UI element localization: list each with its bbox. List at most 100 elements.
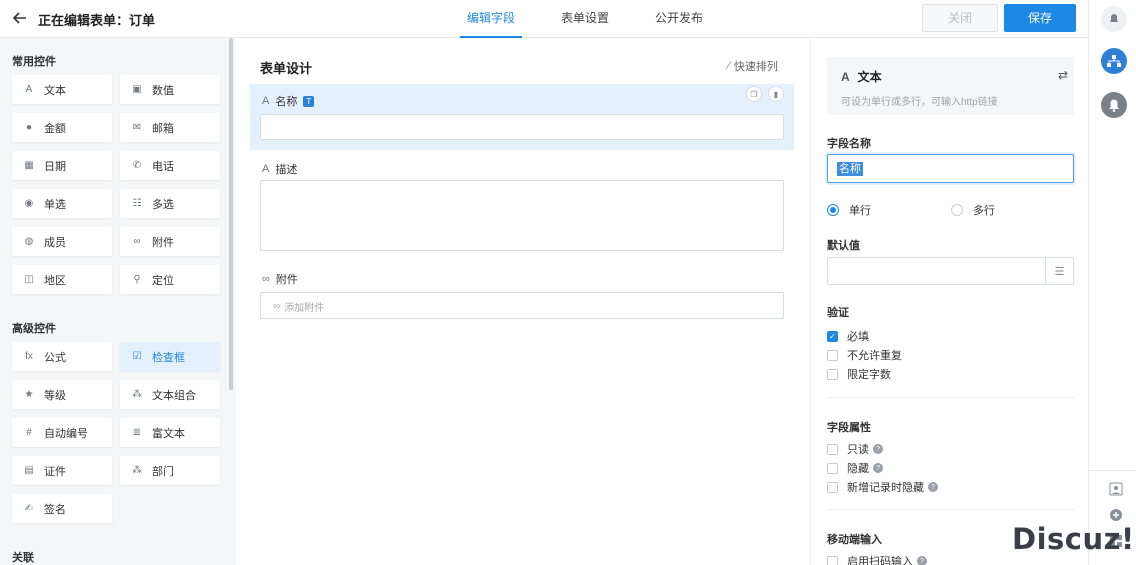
field-attachment[interactable]: ∞ 附件 ∞ 添加附件 bbox=[250, 267, 794, 323]
hash-icon: # bbox=[26, 427, 32, 438]
contact-icon[interactable] bbox=[1109, 482, 1123, 496]
field-name-input[interactable]: 名称 bbox=[827, 154, 1074, 183]
check-readonly[interactable]: 只读 ? bbox=[827, 441, 883, 457]
rich-text-icon: ≣ bbox=[132, 427, 142, 438]
help-icon[interactable]: ? bbox=[928, 482, 938, 492]
check-label: 新增记录时隐藏 bbox=[847, 482, 924, 494]
palette-scrollbar[interactable] bbox=[229, 38, 233, 390]
help-icon[interactable]: ? bbox=[917, 556, 927, 565]
control-phone[interactable]: ✆ 电话 bbox=[120, 151, 220, 180]
control-map[interactable]: ◫ 地区 bbox=[12, 265, 112, 294]
control-money[interactable]: ● 金额 bbox=[12, 113, 112, 142]
check-required[interactable]: ✓ 必填 bbox=[827, 328, 869, 344]
control-member[interactable]: ◍ 成员 bbox=[12, 227, 112, 256]
tab-publish[interactable]: 公开发布 bbox=[648, 0, 710, 38]
paperclip-icon: ∞ bbox=[262, 273, 270, 285]
bell-icon[interactable] bbox=[1101, 6, 1127, 32]
checklist-icon: ☷ bbox=[132, 198, 142, 209]
swap-icon[interactable]: ⇄ bbox=[1058, 68, 1068, 82]
control-text-a[interactable]: A 文本 bbox=[12, 75, 112, 104]
tab-edit-fields[interactable]: 编辑字段 bbox=[460, 0, 523, 38]
org-chart-icon[interactable] bbox=[1101, 48, 1127, 74]
add-circle-icon[interactable] bbox=[1109, 508, 1123, 522]
field-label: ∞ 附件 bbox=[262, 271, 298, 287]
control-label: 公式 bbox=[44, 351, 66, 364]
attributes-label: 字段属性 bbox=[827, 422, 871, 434]
control-checkbox[interactable]: ☑ 检查框 bbox=[120, 342, 220, 371]
check-no-duplicate[interactable]: 不允许重复 bbox=[827, 347, 902, 363]
insert-field-icon[interactable]: ☰ bbox=[1045, 258, 1073, 284]
radio-dot bbox=[827, 204, 839, 216]
help-icon[interactable]: ? bbox=[873, 463, 883, 473]
canvas-title: 表单设计 bbox=[260, 61, 313, 76]
control-location-pin[interactable]: ⚲ 定位 bbox=[120, 265, 220, 294]
radio-label: 单行 bbox=[849, 205, 871, 217]
name-field-input[interactable] bbox=[260, 114, 784, 140]
group-title-common: 常用控件 bbox=[12, 56, 56, 68]
check-label: 只读 bbox=[847, 444, 869, 456]
back-arrow-icon[interactable] bbox=[12, 10, 28, 26]
validation-label: 验证 bbox=[827, 307, 849, 319]
control-number[interactable]: ▣ 数值 bbox=[120, 75, 220, 104]
radio-label: 多行 bbox=[973, 205, 995, 217]
trash-icon[interactable]: ▮ bbox=[768, 86, 784, 102]
mail-icon: ✉ bbox=[132, 122, 142, 133]
field-description[interactable]: A 描述 bbox=[250, 156, 794, 256]
control-text-combo[interactable]: ⁂ 文本组合 bbox=[120, 380, 220, 409]
paperclip-icon: ∞ bbox=[273, 301, 281, 312]
field-name-label: 字段名称 bbox=[827, 138, 871, 150]
department-icon: ⁂ bbox=[132, 465, 142, 476]
close-button[interactable]: 关闭 bbox=[922, 4, 998, 32]
description-textarea[interactable] bbox=[260, 180, 784, 251]
check-limit-length[interactable]: 限定字数 bbox=[827, 366, 891, 382]
mobile-input-label: 移动端输入 bbox=[827, 534, 882, 546]
control-radio[interactable]: ◉ 单选 bbox=[12, 189, 112, 218]
divider bbox=[827, 397, 1074, 398]
control-calendar[interactable]: ▦ 日期 bbox=[12, 151, 112, 180]
control-label: 附件 bbox=[152, 236, 174, 249]
formula-icon: fx bbox=[25, 351, 33, 362]
notification-icon[interactable] bbox=[1101, 92, 1127, 118]
control-hash[interactable]: # 自动编号 bbox=[12, 418, 112, 447]
check-hide-on-create[interactable]: 新增记录时隐藏 ? bbox=[827, 479, 938, 495]
control-label: 等级 bbox=[44, 389, 66, 402]
control-star[interactable]: ★ 等级 bbox=[12, 380, 112, 409]
copy-icon[interactable]: ❐ bbox=[746, 86, 762, 102]
field-label-text: 描述 bbox=[275, 164, 298, 176]
check-scan-input[interactable]: 启用扫码输入 ? bbox=[827, 553, 927, 565]
group-title-advanced: 高级控件 bbox=[12, 323, 56, 335]
check-label: 必填 bbox=[847, 331, 869, 343]
checkbox bbox=[827, 481, 838, 493]
radio-single-line[interactable]: 单行 bbox=[827, 202, 871, 218]
star-icon: ★ bbox=[24, 389, 34, 400]
text-type-badge: T bbox=[303, 95, 315, 107]
control-department[interactable]: ⁂ 部门 bbox=[120, 456, 220, 485]
field-name[interactable]: A 名称 T ❐ ▮ bbox=[250, 84, 794, 150]
help-icon[interactable]: ? bbox=[873, 444, 883, 454]
check-hidden[interactable]: 隐藏 ? bbox=[827, 460, 883, 476]
check-label: 限定字数 bbox=[847, 369, 891, 381]
quick-sort-button[interactable]: ⁄ 快速排列 bbox=[728, 58, 778, 74]
watermark: Discuz! bbox=[1012, 522, 1135, 556]
field-type-card: A 文本 ⇄ 可设为单行或多行，可输入http链接 bbox=[827, 57, 1074, 115]
field-label-text: 附件 bbox=[275, 274, 298, 286]
default-value-input[interactable]: ☰ bbox=[827, 257, 1074, 285]
properties-panel: A 文本 ⇄ 可设为单行或多行，可输入http链接 字段名称 名称 单行 多行 … bbox=[810, 38, 1088, 565]
control-mail[interactable]: ✉ 邮箱 bbox=[120, 113, 220, 142]
checkbox bbox=[827, 462, 838, 474]
id-card-icon: ▤ bbox=[24, 465, 34, 476]
control-checklist[interactable]: ☷ 多选 bbox=[120, 189, 220, 218]
checkbox bbox=[827, 555, 838, 565]
control-id-card[interactable]: ▤ 证件 bbox=[12, 456, 112, 485]
control-signature[interactable]: ✍ 签名 bbox=[12, 494, 112, 523]
control-label: 金额 bbox=[44, 122, 66, 135]
control-rich-text[interactable]: ≣ 富文本 bbox=[120, 418, 220, 447]
save-button[interactable]: 保存 bbox=[1004, 4, 1076, 32]
control-label: 单选 bbox=[44, 198, 66, 211]
radio-multi-line[interactable]: 多行 bbox=[951, 202, 995, 218]
tab-form-settings[interactable]: 表单设置 bbox=[554, 0, 616, 38]
control-formula[interactable]: fx 公式 bbox=[12, 342, 112, 371]
attachment-input[interactable]: ∞ 添加附件 bbox=[260, 292, 784, 319]
tab-bar: 编辑字段 表单设置 公开发布 bbox=[460, 0, 742, 38]
control-paperclip[interactable]: ∞ 附件 bbox=[120, 227, 220, 256]
